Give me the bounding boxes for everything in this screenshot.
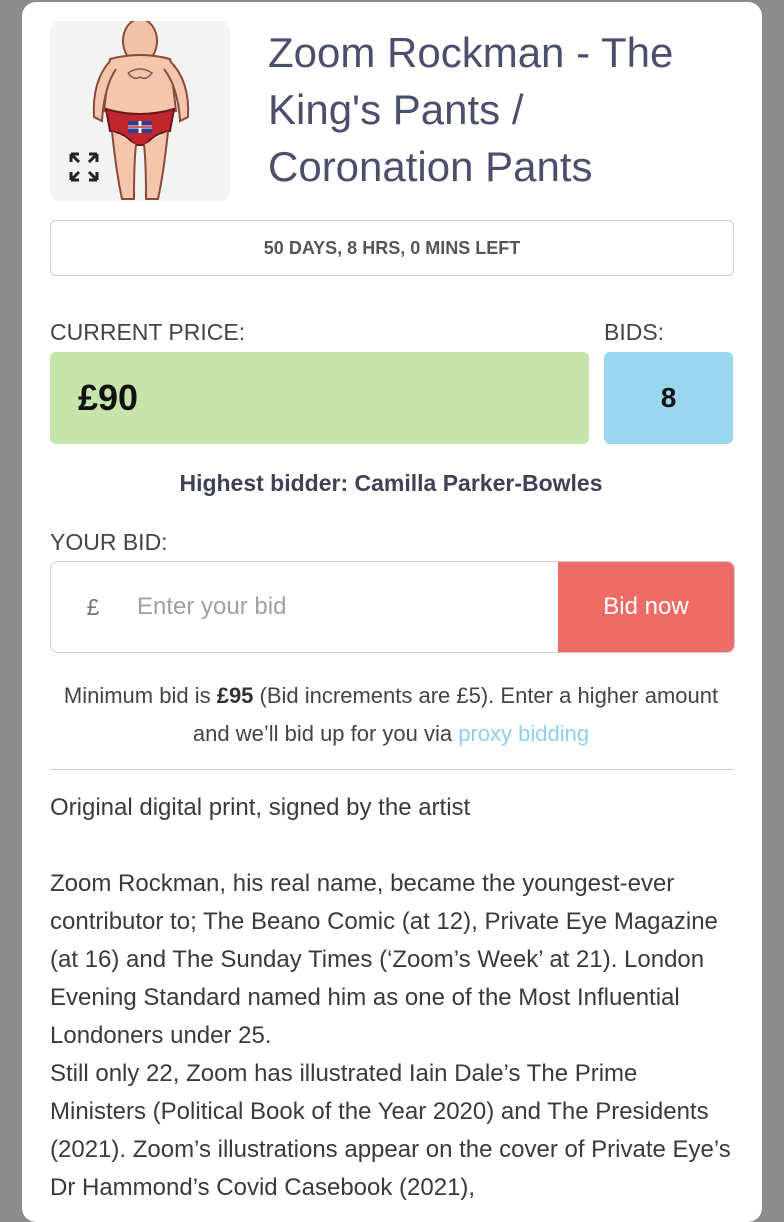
min-bid-prefix: Minimum bid is	[63, 683, 217, 708]
bid-form: £ Bid now	[50, 561, 735, 653]
current-price-value: £90	[50, 352, 589, 444]
description-line: Original digital print, signed by the ar…	[50, 794, 471, 821]
time-left-banner: 50 DAYS, 8 HRS, 0 MINS LEFT	[50, 220, 734, 276]
your-bid-label: YOUR BID:	[50, 529, 168, 555]
bid-input[interactable]	[135, 562, 558, 652]
bids-count: 8	[604, 352, 733, 444]
min-bid-amount: £95	[216, 683, 254, 708]
divider	[50, 769, 734, 770]
highest-bidder: Highest bidder: Camilla Parker-Bowles	[179, 470, 603, 496]
description-paragraph: Still only 22, Zoom has illustrated Iain…	[50, 1060, 731, 1201]
artwork-thumbnail[interactable]	[50, 21, 230, 201]
description-paragraph: Zoom Rockman, his real name, became the …	[50, 870, 718, 1049]
currency-symbol: £	[86, 593, 100, 620]
listing-title: Zoom Rockman - The King's Pants / Corona…	[268, 29, 674, 190]
description: Original digital print, signed by the ar…	[50, 789, 740, 1207]
bid-now-button[interactable]: Bid now	[558, 562, 734, 652]
listing-card: Zoom Rockman - The King's Pants / Corona…	[22, 2, 762, 1222]
expand-icon[interactable]	[68, 151, 100, 183]
bids-label: BIDS:	[604, 319, 665, 345]
proxy-bidding-link[interactable]: proxy bidding	[458, 721, 589, 746]
current-price-label: CURRENT PRICE:	[50, 319, 246, 345]
min-bid-suffix: (Bid increments are £5). Enter a higher …	[192, 683, 719, 746]
minimum-bid-note: Minimum bid is £95 (Bid increments are £…	[50, 677, 732, 753]
